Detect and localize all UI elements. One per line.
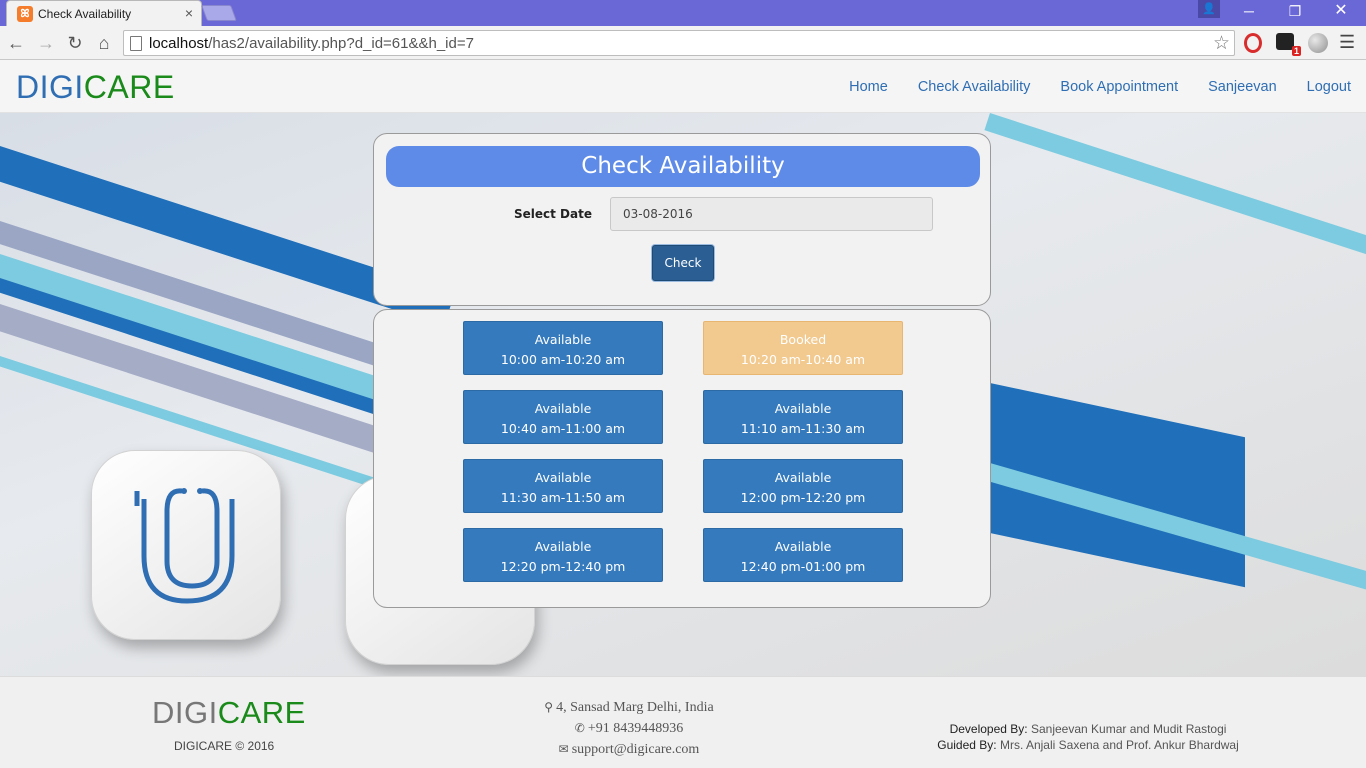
map-marker-icon: ⚲ — [544, 700, 554, 714]
slot-time: 10:00 am-10:20 am — [500, 352, 626, 367]
url-path: /has2/availability.php?d_id=61&&h_id=7 — [208, 35, 474, 52]
slot-time: 11:30 am-11:50 am — [500, 490, 626, 505]
bookmark-star-icon[interactable]: ☆ — [1213, 32, 1230, 55]
footer-address: 4, Sansad Marg Delhi, India — [556, 700, 714, 715]
slot-status: Available — [534, 401, 592, 416]
slot-button[interactable]: Available 12:40 pm-01:00 pm — [703, 528, 903, 582]
logo-part1: DIGI — [16, 69, 84, 105]
developed-value: Sanjeevan Kumar and Mudit Rastogi — [1030, 722, 1227, 736]
date-input[interactable]: 03-08-2016 — [610, 197, 933, 231]
footer-copyright: DIGICARE © 2016 — [174, 739, 275, 753]
logo-part2: CARE — [83, 69, 175, 105]
slot-button[interactable]: Available 11:30 am-11:50 am — [463, 459, 663, 513]
browser-toolbar: ← → ↻ ⌂ localhost/has2/availability.php?… — [0, 26, 1366, 60]
footer-phone: +91 8439448936 — [587, 721, 684, 736]
stethoscope-icon — [134, 488, 235, 604]
slot-status: Booked — [779, 332, 827, 347]
browser-menu-icon[interactable]: ☰ — [1339, 32, 1355, 53]
guided-value: Mrs. Anjali Saxena and Prof. Ankur Bhard… — [999, 738, 1239, 752]
footer-credits: Developed By: Sanjeevan Kumar and Mudit … — [880, 721, 1296, 753]
site-footer: DIGICARE DIGICARE © 2016 ⚲ 4, Sansad Marg… — [0, 676, 1366, 768]
footer-logo-part1: DIGI — [152, 695, 218, 730]
tab-close-icon[interactable]: × — [185, 5, 193, 21]
xampp-favicon-icon: ꕤ — [17, 6, 33, 22]
browser-tab[interactable]: ꕤ Check Availability × — [6, 0, 202, 26]
extension-badge-count: 1 — [1291, 46, 1301, 56]
nav-logout[interactable]: Logout — [1292, 79, 1366, 95]
footer-email[interactable]: support@digicare.com — [572, 742, 700, 757]
url-host: localhost — [149, 35, 209, 52]
slot-time: 11:10 am-11:30 am — [740, 421, 866, 436]
stethoscope-tile — [91, 450, 281, 640]
opera-extension-icon[interactable] — [1244, 33, 1262, 53]
slot-time: 10:20 am-10:40 am — [740, 352, 866, 367]
developed-label: Developed By: — [949, 722, 1028, 736]
back-icon[interactable]: ← — [4, 31, 28, 55]
extension-badge-icon[interactable]: 1 — [1276, 33, 1301, 56]
footer-logo-part2: CARE — [217, 695, 306, 730]
nav-check-availability[interactable]: Check Availability — [903, 79, 1046, 95]
slots-panel: Available 10:00 am-10:20 am Booked 10:20… — [373, 309, 991, 608]
nav-user[interactable]: Sanjeevan — [1193, 79, 1292, 95]
slot-button[interactable]: Available 10:00 am-10:20 am — [463, 321, 663, 375]
stripe — [984, 113, 1366, 273]
forward-icon[interactable]: → — [34, 31, 58, 55]
slot-time: 12:40 pm-01:00 pm — [740, 559, 866, 574]
slot-time: 12:20 pm-12:40 pm — [500, 559, 626, 574]
tab-title: Check Availability — [38, 7, 132, 21]
check-availability-form: Check Availability Select Date 03-08-201… — [373, 133, 991, 306]
slot-button[interactable]: Available 10:40 am-11:00 am — [463, 390, 663, 444]
envelope-icon: ✉ — [558, 742, 569, 756]
minimize-icon[interactable]: ─ — [1226, 0, 1272, 22]
page-icon — [130, 36, 142, 51]
nav-home[interactable]: Home — [834, 79, 903, 95]
new-tab-button[interactable] — [201, 5, 237, 21]
slot-button[interactable]: Available 12:00 pm-12:20 pm — [703, 459, 903, 513]
slot-status: Available — [534, 470, 592, 485]
restore-icon[interactable]: ❐ — [1272, 0, 1318, 22]
form-title: Check Availability — [386, 146, 980, 187]
slot-status: Available — [534, 332, 592, 347]
slot-status: Available — [774, 401, 832, 416]
nav-links: Home Check Availability Book Appointment… — [834, 79, 1366, 95]
slot-button-booked[interactable]: Booked 10:20 am-10:40 am — [703, 321, 903, 375]
slot-time: 10:40 am-11:00 am — [500, 421, 626, 436]
check-button[interactable]: Check — [652, 245, 714, 281]
footer-contact: ⚲ 4, Sansad Marg Delhi, India ✆ +91 843944… — [500, 697, 758, 760]
slot-status: Available — [534, 539, 592, 554]
slot-status: Available — [774, 539, 832, 554]
footer-logo: DIGICARE — [152, 695, 306, 731]
slot-button[interactable]: Available 11:10 am-11:30 am — [703, 390, 903, 444]
phone-icon: ✆ — [574, 721, 585, 735]
reload-icon[interactable]: ↻ — [63, 31, 87, 55]
slot-time: 12:00 pm-12:20 pm — [740, 490, 866, 505]
site-logo[interactable]: DIGICARE — [16, 69, 175, 106]
globe-extension-icon[interactable] — [1308, 33, 1328, 53]
address-bar[interactable]: localhost/has2/availability.php?d_id=61&… — [123, 30, 1235, 56]
home-icon[interactable]: ⌂ — [92, 31, 116, 55]
nav-book-appointment[interactable]: Book Appointment — [1045, 79, 1193, 95]
profile-icon[interactable]: 👤 — [1198, 0, 1220, 18]
guided-label: Guided By: — [937, 738, 997, 752]
date-label: Select Date — [514, 207, 592, 221]
slot-button[interactable]: Available 12:20 pm-12:40 pm — [463, 528, 663, 582]
slot-status: Available — [774, 470, 832, 485]
browser-titlebar: ꕤ Check Availability × 👤 ─ ❐ ✕ — [0, 0, 1366, 26]
close-window-icon[interactable]: ✕ — [1318, 0, 1364, 22]
site-navbar: DIGICARE Home Check Availability Book Ap… — [0, 60, 1366, 113]
